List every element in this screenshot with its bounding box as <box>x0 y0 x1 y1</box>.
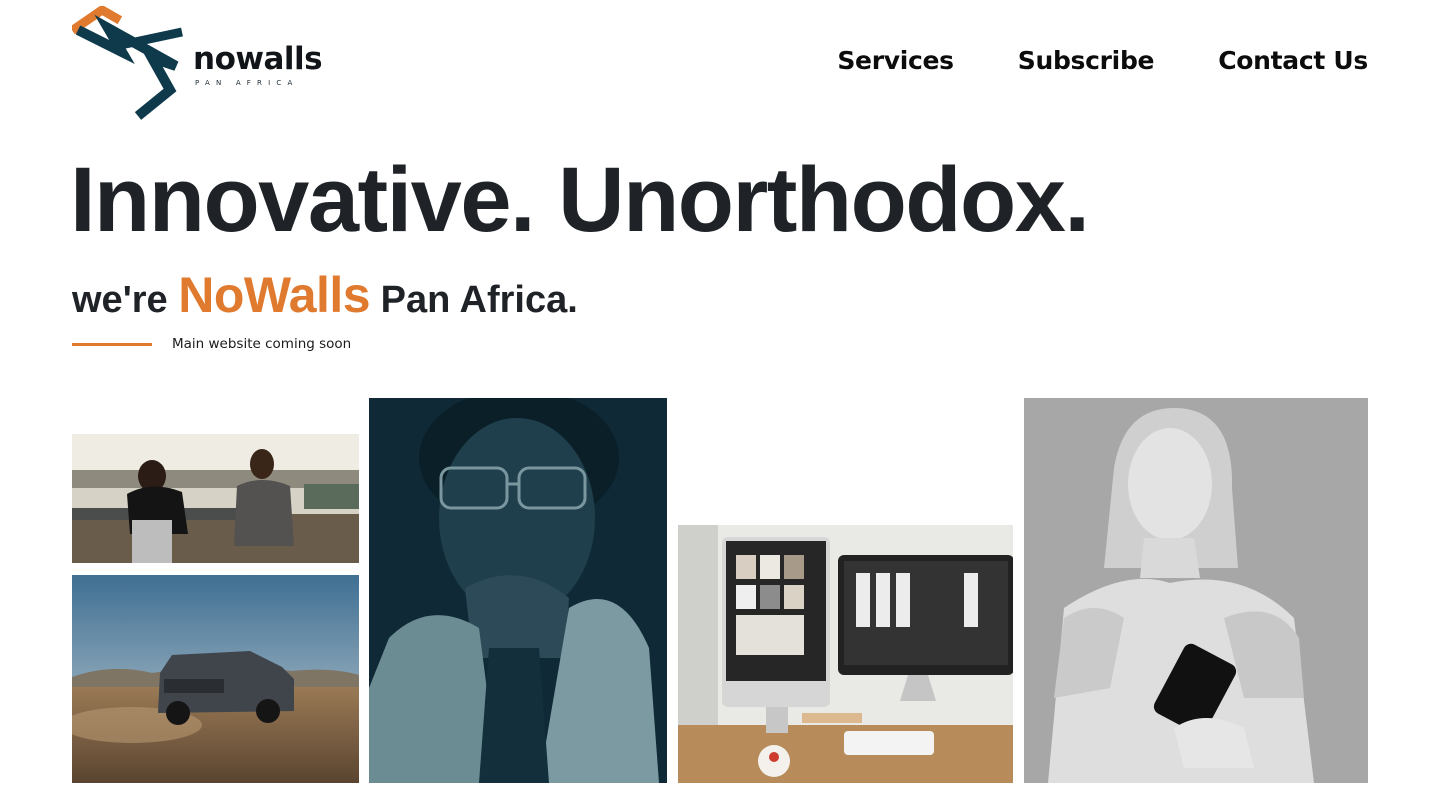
intro-prefix: we're <box>72 279 168 321</box>
woman-portrait-photo-icon <box>369 398 667 783</box>
logo-subtitle: PAN AFRICA <box>195 79 299 87</box>
gallery-image-statue <box>1024 398 1368 783</box>
design-workstation-photo-icon <box>678 525 1013 783</box>
hero-headline: Innovative. Unorthodox. <box>70 149 1090 251</box>
hero-intro: we're NoWalls Pan Africa. <box>72 268 578 323</box>
site-logo[interactable]: nowalls PAN AFRICA <box>72 6 332 122</box>
nav-contact-link[interactable]: Contact Us <box>1218 44 1368 78</box>
tagline-divider <box>72 343 152 346</box>
nav-services-link[interactable]: Services <box>837 44 954 78</box>
nav-subscribe-link[interactable]: Subscribe <box>1018 44 1155 78</box>
suv-desert-photo-icon <box>72 575 359 783</box>
intro-brand-name: NoWalls <box>178 267 371 323</box>
zigzag-logo-icon <box>72 6 183 120</box>
main-nav: Services Subscribe Contact Us <box>837 44 1368 78</box>
logo-wordmark: nowalls <box>193 41 323 77</box>
gallery-image-portrait <box>369 398 667 783</box>
gallery-image-suv <box>72 575 359 783</box>
tagline-text: Main website coming soon <box>172 336 352 352</box>
gallery-image-workstation <box>678 525 1013 783</box>
gallery-image-meeting <box>72 434 359 563</box>
statue-with-phone-photo-icon <box>1024 398 1368 783</box>
office-meeting-photo-icon <box>72 434 359 563</box>
intro-suffix: Pan Africa. <box>380 279 578 321</box>
